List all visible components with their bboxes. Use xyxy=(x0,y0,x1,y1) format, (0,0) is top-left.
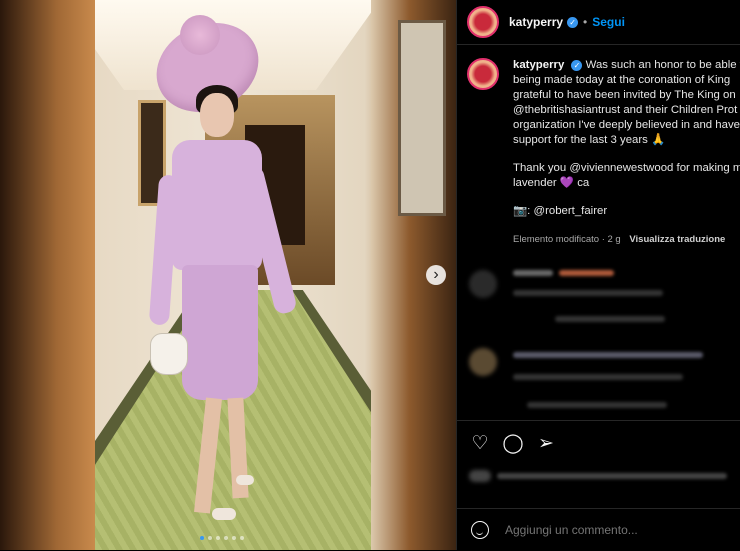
left-shoe xyxy=(212,508,236,520)
carousel-dot[interactable] xyxy=(240,536,244,540)
username-link[interactable]: katyperry xyxy=(509,15,563,29)
wall-painting-right xyxy=(398,20,446,216)
skirt xyxy=(182,265,258,400)
edited-label: Elemento modificato · 2 g xyxy=(513,234,621,245)
post-header: katyperry ✓ • Segui xyxy=(457,0,740,45)
woman-figure xyxy=(141,6,310,535)
liker-avatars-blurred xyxy=(469,470,491,482)
view-replies-blurred[interactable] xyxy=(527,402,667,408)
face xyxy=(200,93,234,137)
post-image[interactable]: › xyxy=(0,0,456,550)
comment-text-blurred xyxy=(559,270,614,276)
share-icon[interactable]: ➢ xyxy=(535,433,557,455)
caption-line-10[interactable]: 📷: @robert_fairer xyxy=(513,204,740,219)
caption-line-5: support for the last 3 years 🙏 xyxy=(513,134,666,146)
comment-input[interactable] xyxy=(503,522,727,538)
comment-avatar[interactable] xyxy=(469,348,497,376)
comment-text-blurred xyxy=(513,352,703,358)
comment-avatar[interactable] xyxy=(469,270,497,298)
comment-item xyxy=(467,340,737,408)
carousel-dot[interactable] xyxy=(216,536,220,540)
comment-item xyxy=(467,262,737,322)
right-shoe xyxy=(236,475,254,485)
carousel-dot[interactable] xyxy=(208,536,212,540)
comment-meta-blurred xyxy=(513,290,663,296)
caption-line-8: lavender 💜 ca xyxy=(513,177,590,189)
verified-icon: ✓ xyxy=(571,60,583,71)
left-leg xyxy=(194,397,222,514)
separator: • xyxy=(583,15,588,29)
caption-line-4: organization I've deeply believed in and… xyxy=(513,119,740,131)
caption-blank xyxy=(513,148,740,161)
view-replies-blurred[interactable] xyxy=(555,316,665,322)
follow-button[interactable]: Segui xyxy=(592,15,625,29)
caption-line: katyperry ✓ Was such an honor to be able… xyxy=(513,58,740,73)
caption-line-0: Was such an honor to be able to xyxy=(585,59,740,71)
verified-icon: ✓ xyxy=(567,16,579,28)
carousel-dot[interactable] xyxy=(232,536,236,540)
caption-line-3[interactable]: @thebritishasiantrust and their Children… xyxy=(513,103,740,118)
carousel-dots xyxy=(200,536,244,540)
handbag xyxy=(150,333,188,375)
caption-line-1: being made today at the coronation of Ki… xyxy=(513,74,731,86)
carousel-dot[interactable] xyxy=(224,536,228,540)
caption-meta: Elemento modificato · 2 g Visualizza tra… xyxy=(513,234,725,245)
avatar[interactable] xyxy=(467,6,499,38)
carousel-dot[interactable] xyxy=(200,536,204,540)
caption-line-7[interactable]: Thank you @viviennewestwood for making m xyxy=(513,161,740,176)
caption-blank xyxy=(513,191,740,204)
action-bar: ♡ ◯ ➢ xyxy=(457,420,740,465)
hat-feather xyxy=(180,15,220,55)
jacket xyxy=(172,140,262,270)
post-sidebar: katyperry ✓ • Segui katyperry ✓ Was such… xyxy=(456,0,740,550)
chevron-right-icon[interactable]: › xyxy=(426,265,446,285)
caption-avatar[interactable] xyxy=(467,58,499,90)
left-wall xyxy=(0,0,95,550)
likes-text-blurred[interactable] xyxy=(497,473,727,479)
emoji-icon[interactable] xyxy=(471,521,489,539)
comment-username-blurred xyxy=(513,270,553,276)
translate-link[interactable]: Visualizza traduzione xyxy=(629,234,725,245)
heart-icon[interactable]: ♡ xyxy=(469,433,491,455)
comment-icon[interactable]: ◯ xyxy=(502,433,524,455)
add-comment-bar xyxy=(457,508,740,551)
caption-text: katyperry ✓ Was such an honor to be able… xyxy=(513,58,740,219)
caption-username-link[interactable]: katyperry xyxy=(513,59,564,71)
caption-line-2: grateful to have been invited by The Kin… xyxy=(513,89,736,101)
comment-meta-blurred xyxy=(513,374,683,380)
